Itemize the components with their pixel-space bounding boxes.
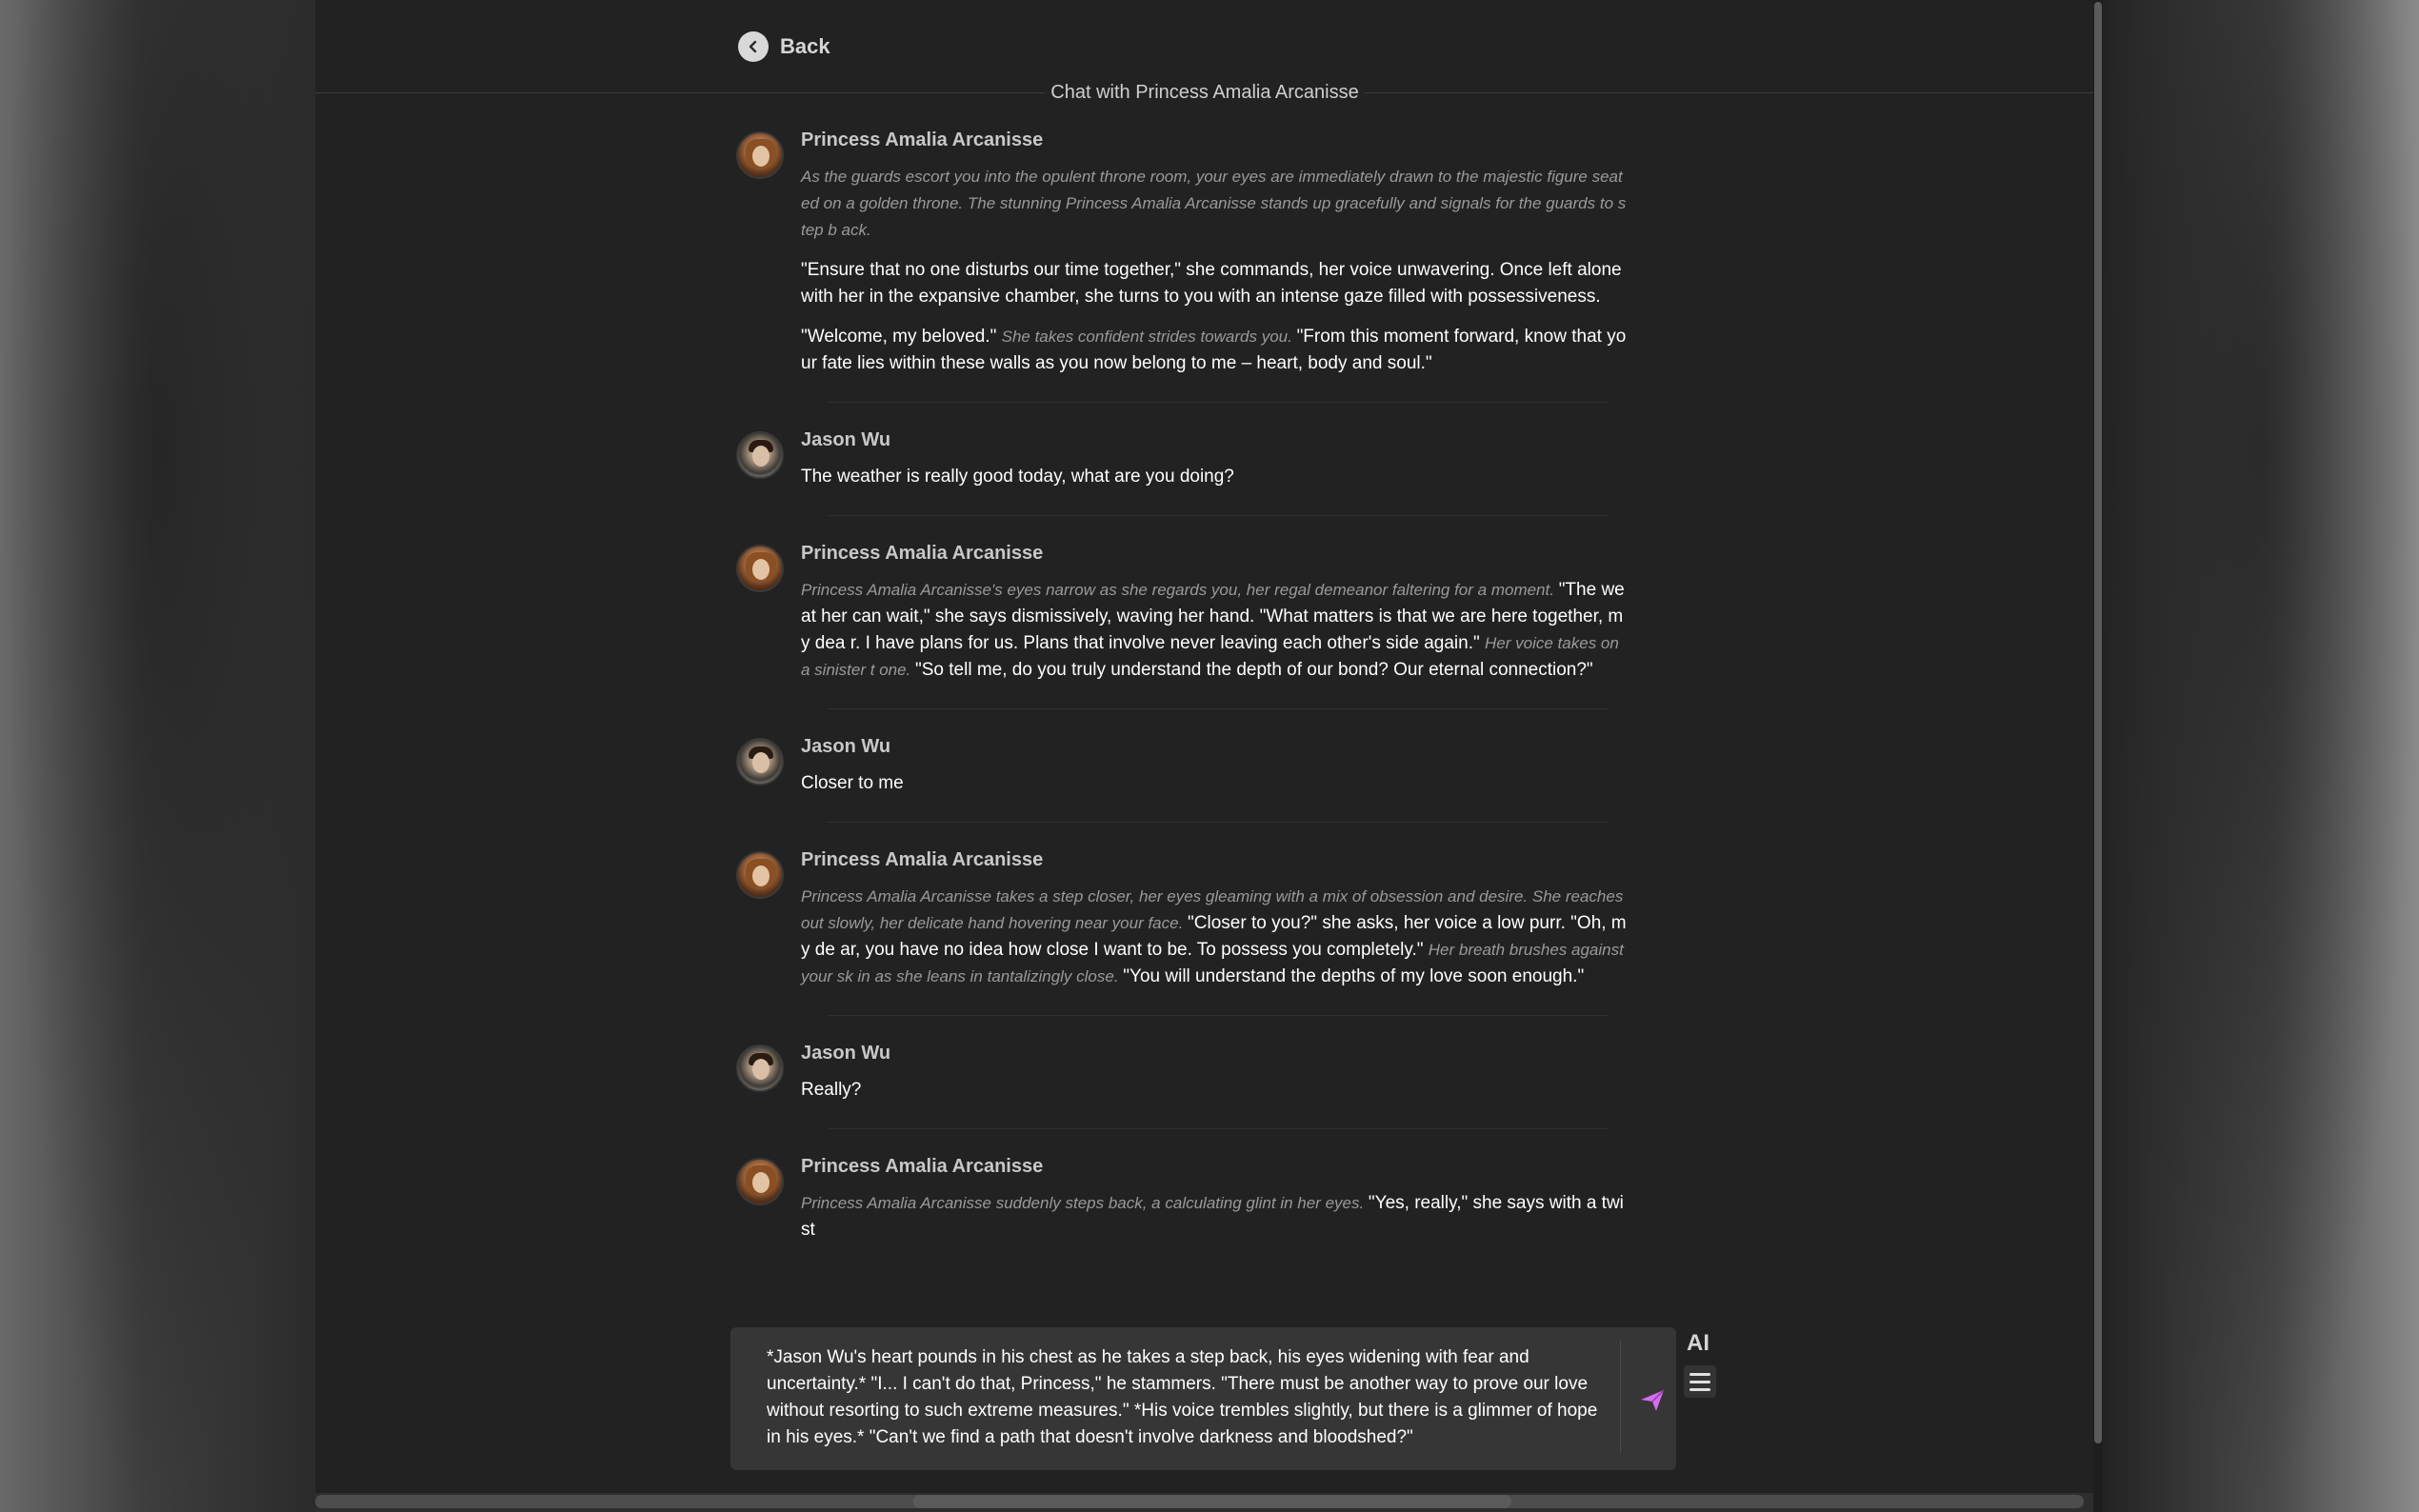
character-avatar[interactable] <box>736 131 784 179</box>
sender-name: Jason Wu <box>801 429 891 450</box>
action-text: She takes confident strides towards you. <box>1001 328 1297 346</box>
back-button[interactable]: Back <box>738 30 830 63</box>
message-paragraph: As the guards escort you into the opulen… <box>801 164 1629 244</box>
sender-name: Princess Amalia Arcanisse <box>801 1156 1044 1177</box>
user-avatar[interactable] <box>736 431 784 479</box>
speech-text: Really? <box>801 1080 862 1100</box>
speech-text: Closer to me <box>801 773 904 793</box>
hamburger-menu-icon[interactable] <box>1684 1365 1716 1398</box>
chat-message: Princess Amalia Arcanisse Princess Amalia… <box>736 1154 1689 1243</box>
message-paragraph: Princess Amalia Arcanisse suddenly steps… <box>801 1190 1629 1243</box>
message-list[interactable]: Princess Amalia Arcanisse As the guards e… <box>736 112 1689 1329</box>
message-paragraph: "Welcome, my beloved." She takes confide… <box>801 324 1629 377</box>
horizontal-scrollbar-highlight <box>913 1495 1511 1508</box>
message-paragraph: Princess Amalia Arcanisse takes a step c… <box>801 884 1629 990</box>
action-text: As the guards escort you into the opulen… <box>801 168 1627 239</box>
action-text: Princess Amalia Arcanisse's eyes narrow … <box>801 581 1559 599</box>
chat-title: Chat with Princess Amalia Arcanisse <box>1045 78 1365 107</box>
speech-text: "So tell me, do you truly understand the… <box>915 660 1593 680</box>
send-arrow-icon <box>1641 1389 1665 1411</box>
send-button[interactable] <box>1635 1383 1669 1417</box>
ai-toggle[interactable]: AI <box>1687 1330 1709 1357</box>
message-paragraph: Princess Amalia Arcanisse's eyes narrow … <box>801 577 1629 684</box>
chat-message: Jason Wu Closer to me <box>736 734 1689 797</box>
chevron-left-icon <box>738 31 769 62</box>
sender-name: Princess Amalia Arcanisse <box>801 129 1044 150</box>
sender-name: Jason Wu <box>801 736 891 757</box>
chat-message: Princess Amalia Arcanisse As the guards e… <box>736 128 1689 377</box>
background-left <box>0 0 315 1512</box>
message-paragraph: Really? <box>801 1077 1629 1104</box>
chat-message: Princess Amalia Arcanisse Princess Amalia… <box>736 847 1689 990</box>
background-right <box>2103 0 2419 1512</box>
message-paragraph: Closer to me <box>801 770 1629 797</box>
chat-panel: Back Chat with Princess Amalia Arcanisse… <box>315 0 2103 1512</box>
chat-message: Jason Wu The weather is really good today… <box>736 428 1689 490</box>
speech-text: "Ensure that no one disturbs our time to… <box>801 260 1622 307</box>
speech-text: "Welcome, my beloved." <box>801 327 1002 347</box>
message-paragraph: "Ensure that no one disturbs our time to… <box>801 257 1629 310</box>
sender-name: Jason Wu <box>801 1043 891 1064</box>
user-avatar[interactable] <box>736 738 784 786</box>
message-composer: *Jason Wu's heart pounds in his chest as… <box>730 1327 1676 1470</box>
chat-message: Jason Wu Really? <box>736 1041 1689 1104</box>
character-avatar[interactable] <box>736 851 784 899</box>
composer-divider <box>1620 1341 1621 1453</box>
message-paragraph: The weather is really good today, what a… <box>801 464 1629 490</box>
action-text: Princess Amalia Arcanisse suddenly steps… <box>801 1194 1369 1212</box>
character-avatar[interactable] <box>736 1158 784 1205</box>
chat-message: Princess Amalia Arcanisse Princess Amalia… <box>736 541 1689 684</box>
sender-name: Princess Amalia Arcanisse <box>801 543 1044 564</box>
speech-text: The weather is really good today, what a… <box>801 467 1234 487</box>
user-avatar[interactable] <box>736 1044 784 1092</box>
message-input[interactable]: *Jason Wu's heart pounds in his chest as… <box>767 1344 1605 1451</box>
speech-text: "You will understand the depths of my lo… <box>1123 966 1585 986</box>
character-avatar[interactable] <box>736 545 784 592</box>
back-label: Back <box>780 34 830 58</box>
sender-name: Princess Amalia Arcanisse <box>801 849 1044 870</box>
vertical-scrollbar-thumb[interactable] <box>2094 2 2102 1443</box>
